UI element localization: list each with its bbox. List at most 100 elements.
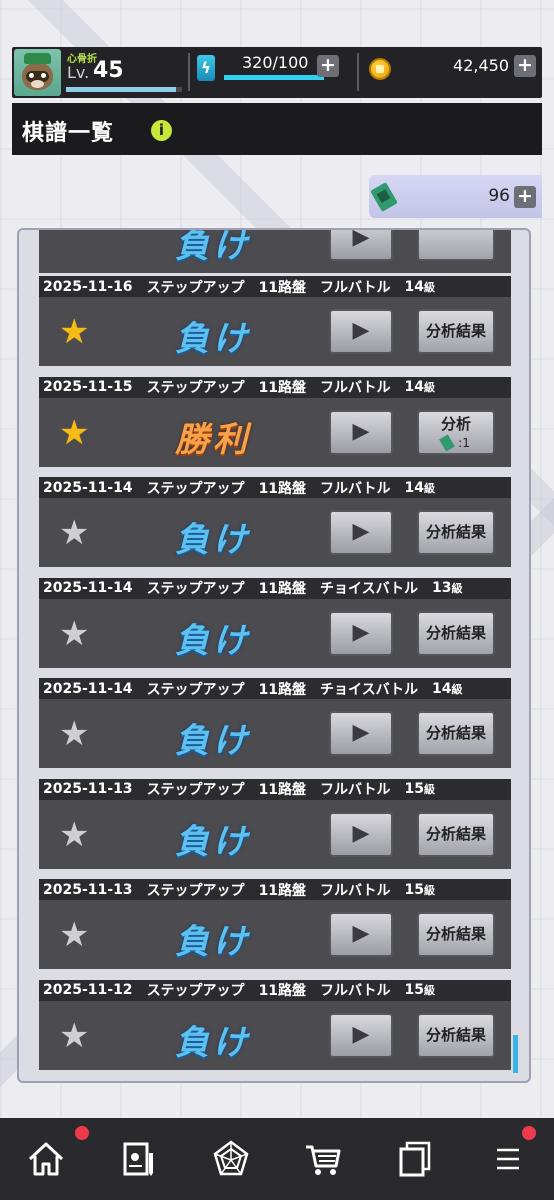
analysis-result-button[interactable]: 分析結果 bbox=[417, 711, 495, 756]
replay-button[interactable]: ▶ bbox=[329, 610, 393, 656]
record-grade: 15級 bbox=[404, 882, 434, 898]
favorite-star-icon[interactable]: ★ bbox=[59, 315, 89, 349]
replay-button[interactable]: ▶ bbox=[329, 409, 393, 455]
record-grade-unit: 級 bbox=[423, 280, 435, 294]
divider bbox=[357, 53, 359, 91]
analysis-result-button[interactable]: 分析結果 bbox=[417, 912, 495, 957]
analyze-button[interactable]: 分析:1 bbox=[417, 409, 495, 455]
record-board: 11路盤 bbox=[258, 882, 307, 899]
avatar-eye bbox=[29, 73, 34, 78]
list-item[interactable]: 2025-11-15 ステップアップ 11路盤 フルバトル 14級 ★ 勝利 ▶ 分析:1 bbox=[39, 376, 511, 467]
favorite-star-icon[interactable]: ★ bbox=[59, 717, 89, 751]
replay-button[interactable]: ▶ bbox=[329, 510, 393, 555]
favorite-star-icon[interactable]: ★ bbox=[59, 1019, 89, 1053]
list-item[interactable]: 2025-11-12 ステップアップ 11路盤 フルバトル 15級 ★ 負け ▶ 分析結果 bbox=[39, 979, 511, 1070]
list-scrollbar[interactable] bbox=[513, 1035, 518, 1073]
energy-value: 320/100 bbox=[242, 53, 309, 72]
analysis-ticket-counter: 96 + bbox=[369, 175, 542, 218]
replay-button[interactable]: ▶ bbox=[329, 711, 393, 756]
record-grade: 14級 bbox=[432, 681, 462, 697]
analysis-button[interactable] bbox=[417, 230, 495, 261]
list-item[interactable]: 2025-11-13 ステップアップ 11路盤 フルバトル 15級 ★ 負け ▶ 分析結果 bbox=[39, 778, 511, 869]
level-value: 45 bbox=[93, 58, 124, 83]
energy-icon: ϟ bbox=[197, 55, 215, 81]
add-coins-button[interactable]: + bbox=[514, 55, 536, 77]
avatar[interactable] bbox=[14, 49, 61, 96]
list-item-partial[interactable]: 負け ▶ bbox=[39, 230, 511, 273]
record-board: 11路盤 bbox=[258, 279, 307, 296]
record-grade-unit: 級 bbox=[423, 984, 435, 997]
nav-kifu[interactable] bbox=[92, 1118, 184, 1200]
replay-button[interactable]: ▶ bbox=[329, 1012, 393, 1058]
replay-button[interactable]: ▶ bbox=[329, 230, 393, 261]
info-icon[interactable]: i bbox=[151, 120, 172, 141]
record-battle-type: フルバトル bbox=[320, 380, 391, 396]
replay-button[interactable]: ▶ bbox=[329, 811, 393, 857]
record-header: 2025-11-14 ステップアップ 11路盤 チョイスバトル 14級 bbox=[39, 678, 511, 699]
nav-stats[interactable] bbox=[185, 1118, 277, 1200]
favorite-star-icon[interactable]: ★ bbox=[59, 617, 89, 651]
record-header: 2025-11-13 ステップアップ 11路盤 フルバトル 15級 bbox=[39, 879, 511, 900]
collection-cards-icon bbox=[399, 1141, 431, 1177]
record-body: ★ 負け ▶ 分析結果 bbox=[39, 498, 511, 567]
level-label: Lv. bbox=[67, 63, 90, 82]
record-grade: 14級 bbox=[404, 480, 434, 496]
replay-button[interactable]: ▶ bbox=[329, 912, 393, 957]
result-label: 負け bbox=[175, 922, 251, 962]
kifu-record-icon bbox=[123, 1142, 154, 1176]
analysis-result-button[interactable]: 分析結果 bbox=[417, 510, 495, 555]
kifu-list-panel[interactable]: 負け ▶ 2025-11-16 ステップアップ 11路盤 フルバトル 14級 ★ 負け ▶ 分析… bbox=[17, 228, 531, 1083]
record-header: 2025-11-15 ステップアップ 11路盤 フルバトル 14級 bbox=[39, 376, 511, 398]
coin-value: 42,450 bbox=[453, 56, 509, 75]
ticket-icon bbox=[370, 182, 398, 212]
record-body: ★ 勝利 ▶ 分析:1 bbox=[39, 398, 511, 467]
favorite-star-icon[interactable]: ★ bbox=[59, 918, 89, 952]
list-item[interactable]: 2025-11-14 ステップアップ 11路盤 フルバトル 14級 ★ 負け ▶ 分析結果 bbox=[39, 477, 511, 567]
list-item[interactable]: 2025-11-13 ステップアップ 11路盤 フルバトル 15級 ★ 負け ▶ 分析結果 bbox=[39, 879, 511, 969]
analysis-result-button[interactable]: 分析結果 bbox=[417, 1012, 495, 1058]
favorite-star-icon[interactable]: ★ bbox=[59, 818, 89, 852]
divider bbox=[188, 53, 190, 91]
list-item[interactable]: 2025-11-14 ステップアップ 11路盤 チョイスバトル 13級 ★ 負け ▶ 分析結果 bbox=[39, 577, 511, 668]
analysis-result-button[interactable]: 分析結果 bbox=[417, 811, 495, 857]
add-tickets-button[interactable]: + bbox=[514, 186, 536, 208]
record-battle-type: チョイスバトル bbox=[320, 581, 419, 597]
record-grade-value: 14 bbox=[404, 278, 424, 295]
analysis-result-button[interactable]: 分析結果 bbox=[417, 309, 495, 354]
kifu-list[interactable]: 負け ▶ 2025-11-16 ステップアップ 11路盤 フルバトル 14級 ★ 負け ▶ 分析… bbox=[39, 230, 511, 1081]
record-mode: ステップアップ bbox=[146, 782, 245, 798]
record-grade-unit: 級 bbox=[423, 381, 435, 394]
record-grade: 13級 bbox=[432, 580, 462, 596]
record-date: 2025-11-16 bbox=[43, 278, 133, 295]
analysis-result-button[interactable]: 分析結果 bbox=[417, 610, 495, 656]
record-grade-unit: 級 bbox=[423, 481, 435, 495]
record-header: 2025-11-12 ステップアップ 11路盤 フルバトル 15級 bbox=[39, 979, 511, 1001]
record-grade-unit: 級 bbox=[423, 783, 435, 796]
favorite-star-icon[interactable]: ★ bbox=[59, 516, 89, 550]
record-grade-unit: 級 bbox=[451, 682, 463, 696]
record-body: ★ 負け ▶ 分析結果 bbox=[39, 900, 511, 969]
record-body: ★ 負け ▶ 分析結果 bbox=[39, 599, 511, 668]
result-label: 負け bbox=[175, 230, 251, 266]
record-grade-value: 15 bbox=[404, 781, 424, 797]
nav-menu[interactable] bbox=[462, 1118, 554, 1200]
notification-badge bbox=[75, 1126, 89, 1140]
xp-bar bbox=[66, 87, 182, 92]
record-board: 11路盤 bbox=[258, 782, 307, 798]
nav-shop[interactable] bbox=[277, 1118, 369, 1200]
record-date: 2025-11-13 bbox=[43, 781, 133, 797]
add-energy-button[interactable]: + bbox=[317, 55, 339, 77]
record-battle-type: フルバトル bbox=[320, 279, 391, 296]
record-body: ★ 負け ▶ 分析結果 bbox=[39, 699, 511, 768]
replay-button[interactable]: ▶ bbox=[329, 309, 393, 354]
avatar-hat bbox=[24, 53, 51, 64]
nav-home[interactable] bbox=[0, 1118, 92, 1200]
record-grade: 14級 bbox=[404, 379, 434, 395]
avatar-eye bbox=[41, 73, 46, 78]
favorite-star-icon[interactable]: ★ bbox=[59, 416, 89, 450]
list-item[interactable]: 2025-11-16 ステップアップ 11路盤 フルバトル 14級 ★ 負け ▶ 分析結果 bbox=[39, 276, 511, 366]
list-item[interactable]: 2025-11-14 ステップアップ 11路盤 チョイスバトル 14級 ★ 負け ▶ 分析結果 bbox=[39, 678, 511, 768]
nav-collection[interactable] bbox=[369, 1118, 461, 1200]
radar-chart-icon bbox=[213, 1140, 249, 1176]
record-battle-type: フルバトル bbox=[320, 983, 391, 999]
